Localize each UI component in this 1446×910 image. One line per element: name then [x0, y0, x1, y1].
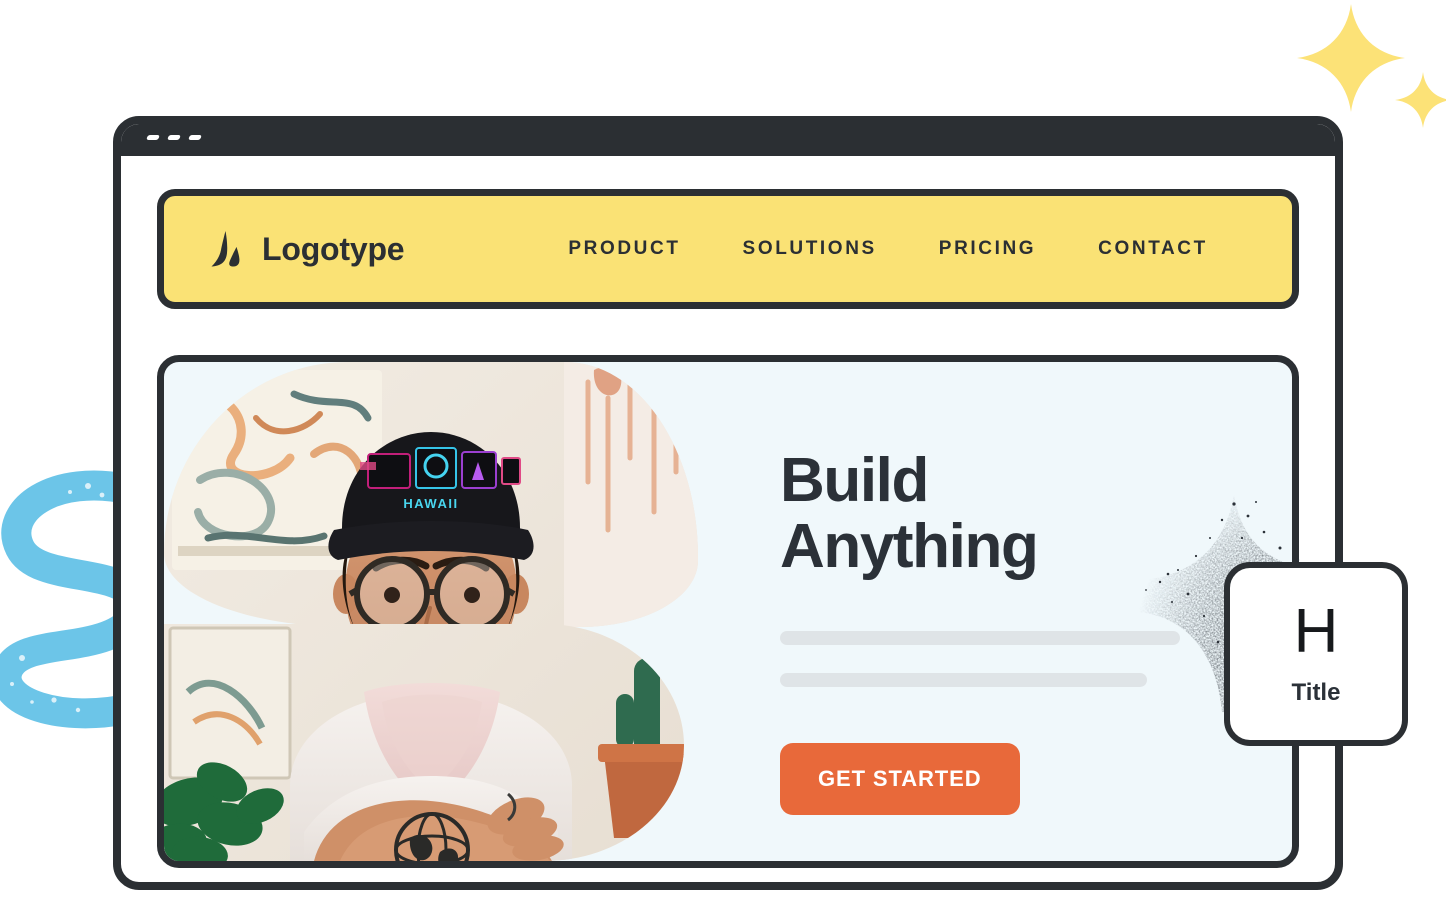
- hero-content: Build Anything GET STARTED: [780, 446, 1250, 816]
- brand-logo[interactable]: Logotype: [206, 229, 405, 269]
- page-title: Build Anything: [780, 446, 1039, 581]
- placeholder-bar-1: [780, 631, 1180, 646]
- title-card-label: Title: [1291, 679, 1341, 706]
- svg-text:HAWAII: HAWAII: [403, 496, 458, 511]
- nav-link-solutions[interactable]: SOLUTIONS: [743, 238, 877, 260]
- main-nav: PRODUCT SOLUTIONS PRICING CONTACT: [568, 238, 1207, 260]
- sparkle-large-icon: [1297, 4, 1405, 112]
- nav-link-product[interactable]: PRODUCT: [568, 238, 680, 260]
- floating-title-card[interactable]: H Title: [1224, 562, 1408, 746]
- hero-photo: HAWAII: [164, 362, 698, 861]
- heading-glyph: H: [1293, 597, 1339, 666]
- hero-photo-bottom-shape: ft: [164, 624, 684, 861]
- nav-link-pricing[interactable]: PRICING: [939, 238, 1036, 260]
- nav-link-contact[interactable]: CONTACT: [1098, 238, 1208, 260]
- window-dot-1[interactable]: [145, 135, 161, 140]
- hero-photo-top-shape: HAWAII: [164, 362, 698, 627]
- placeholder-bar-2: [780, 673, 1147, 688]
- window-dot-2[interactable]: [166, 135, 182, 140]
- triangle-logo-icon: [211, 231, 240, 267]
- sparkle-small-icon: [1395, 72, 1446, 128]
- brand-name: Logotype: [262, 230, 405, 267]
- get-started-button[interactable]: GET STARTED: [780, 743, 1020, 816]
- hero-photo-image: HAWAII: [164, 362, 698, 627]
- browser-title-bar: [121, 124, 1335, 156]
- window-dot-3[interactable]: [187, 135, 203, 140]
- hero-text-placeholders: [780, 631, 1250, 688]
- site-header: Logotype PRODUCT SOLUTIONS PRICING CONTA…: [157, 189, 1299, 309]
- hero-photo-image-lower: ft: [164, 624, 684, 861]
- hero-card: HAWAII Build Anything GET STARTED: [157, 355, 1299, 868]
- browser-window: Logotype PRODUCT SOLUTIONS PRICING CONTA…: [113, 116, 1343, 890]
- window-control-dots[interactable]: [145, 135, 203, 140]
